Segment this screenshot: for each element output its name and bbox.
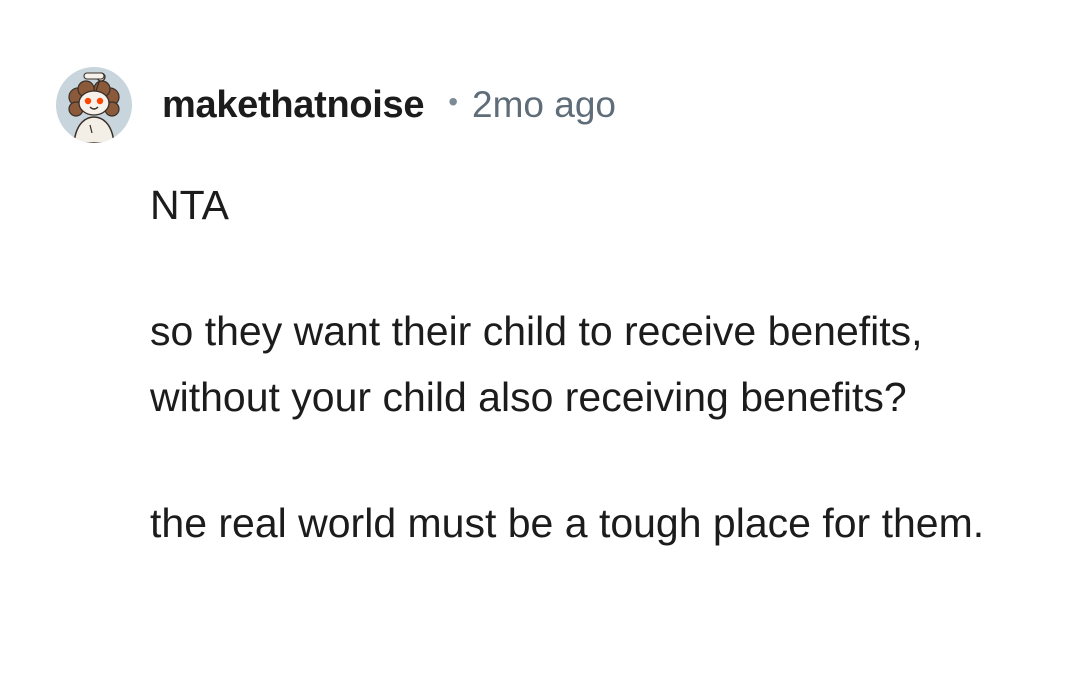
comment-card: makethatnoise • 2mo ago NTA so they want… <box>0 0 1080 698</box>
comment-body: NTA so they want their child to receive … <box>150 172 1050 556</box>
comment-paragraph: the real world must be a tough place for… <box>150 500 985 546</box>
comment-header: makethatnoise • 2mo ago <box>56 60 616 150</box>
comment-paragraph: so they want their child to receive bene… <box>150 308 923 420</box>
comment-paragraph: NTA <box>150 182 229 228</box>
snoo-avatar-icon[interactable] <box>56 67 132 143</box>
meta-separator: • <box>448 86 459 117</box>
comment-author[interactable]: makethatnoise <box>162 84 425 127</box>
comment-timestamp[interactable]: 2mo ago <box>472 84 616 126</box>
